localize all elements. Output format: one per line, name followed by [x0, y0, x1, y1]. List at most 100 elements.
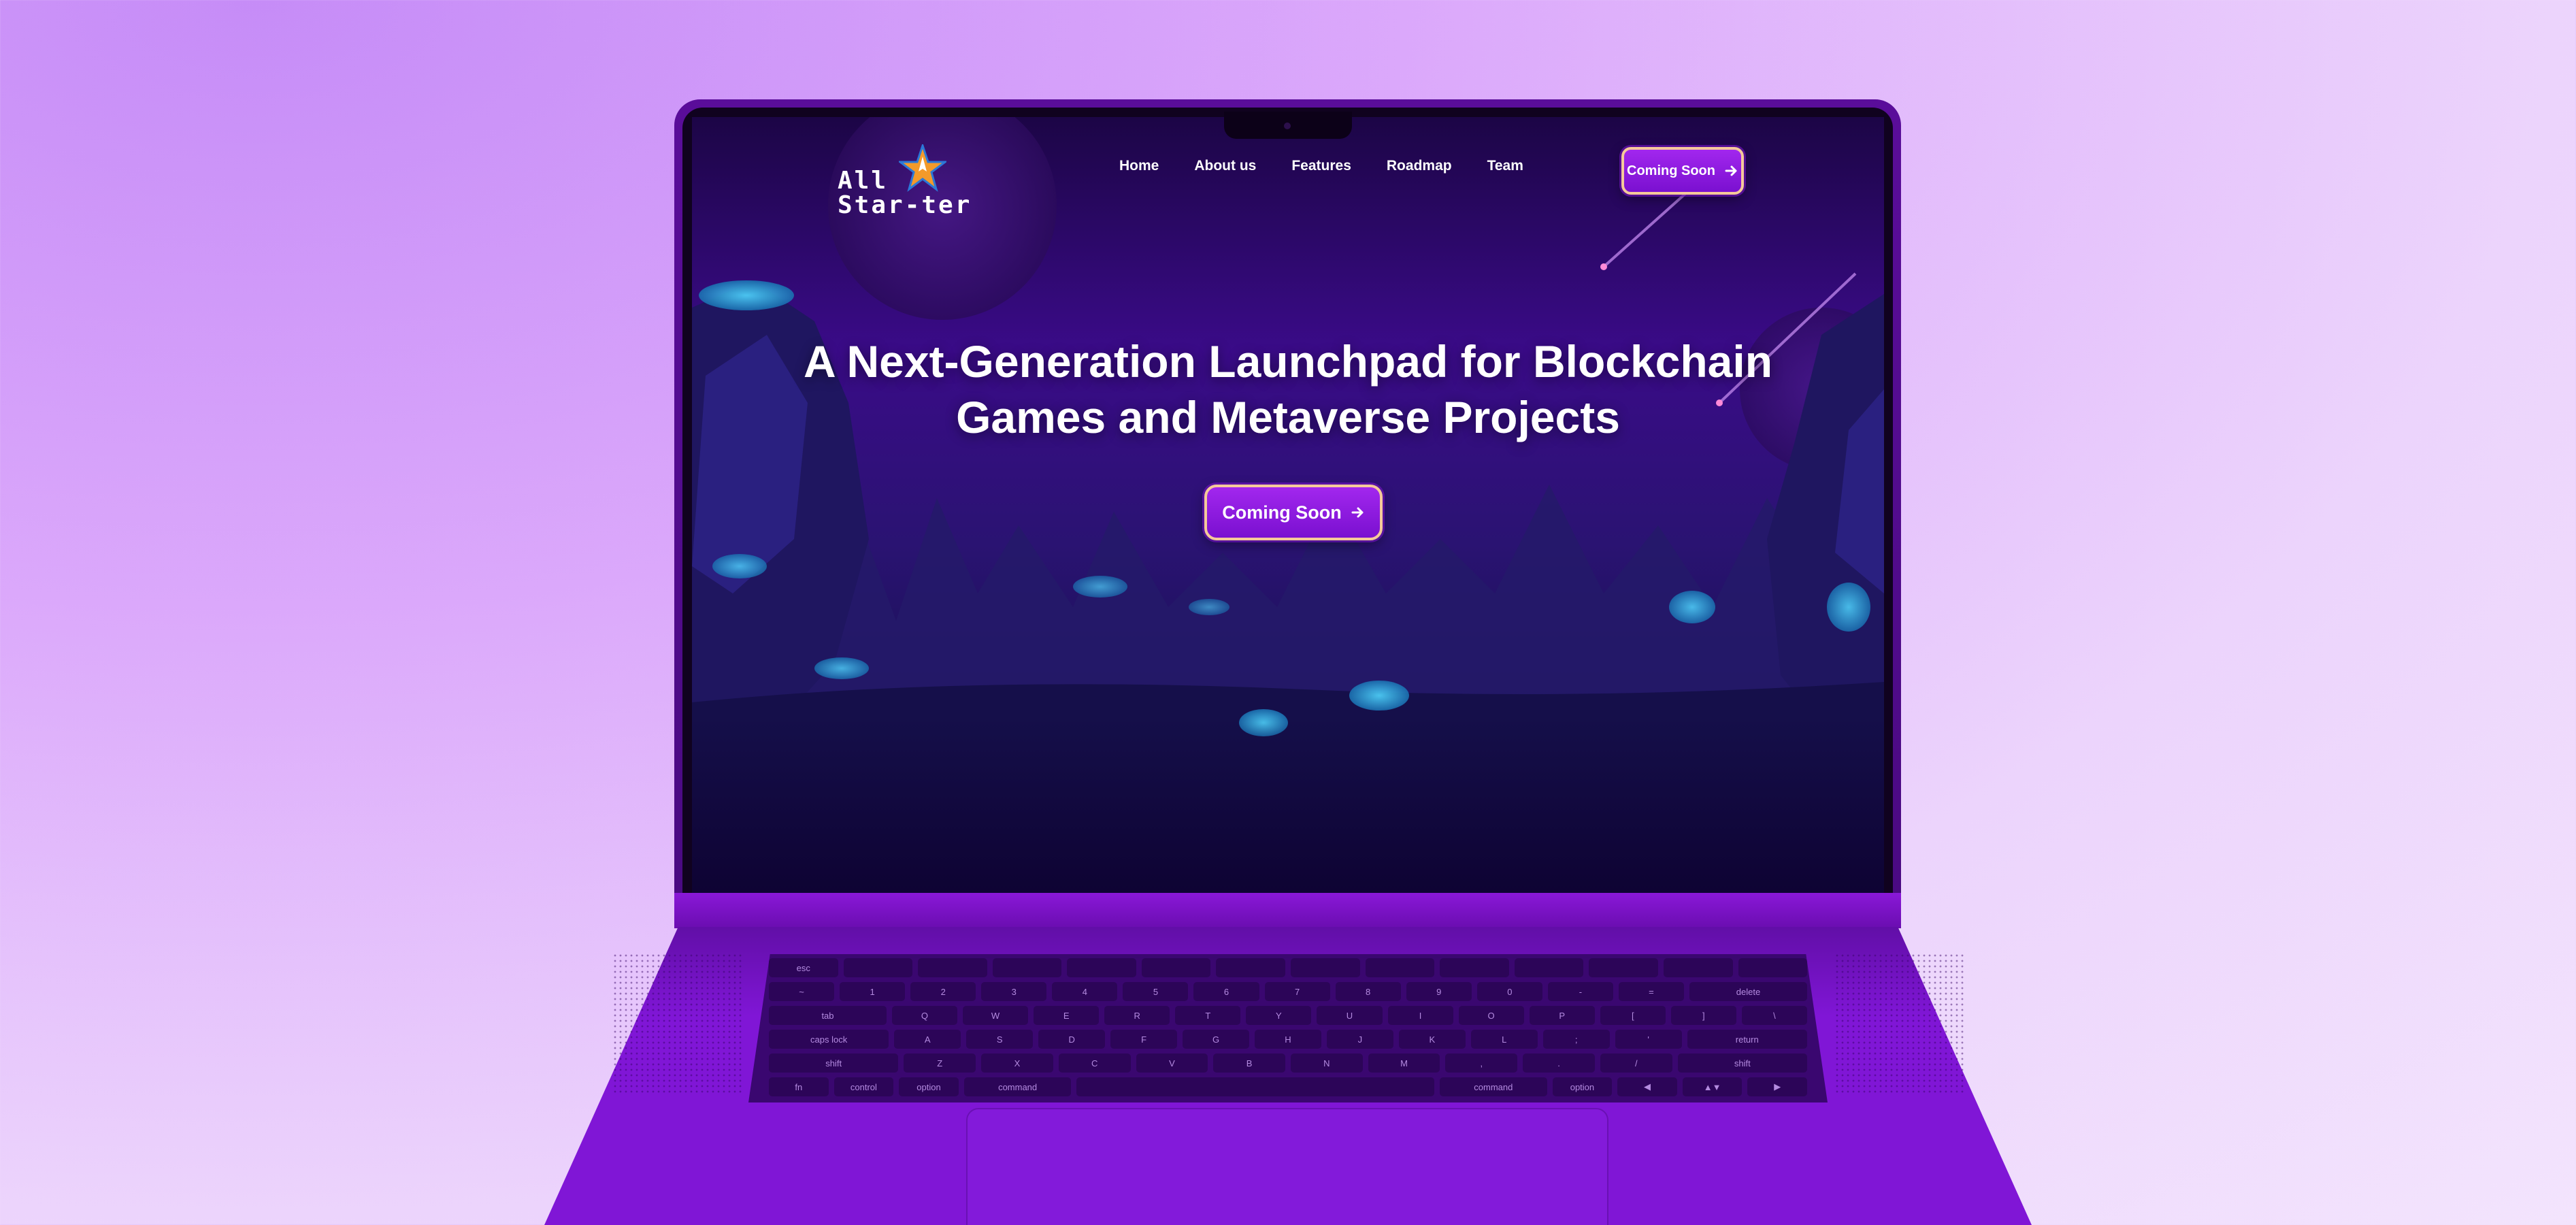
- keyboard-key: V: [1136, 1054, 1208, 1073]
- keyboard-key: ◀: [1617, 1077, 1677, 1096]
- keyboard-key: control: [833, 1077, 894, 1096]
- keyboard-row: fn control option command command option ◀ ▲▼ ▶: [757, 1077, 1819, 1096]
- keyboard-key: 6: [1193, 982, 1259, 1001]
- keyboard-key: option: [899, 1077, 959, 1096]
- rocket-star-icon: [899, 144, 946, 192]
- nav-link-roadmap[interactable]: Roadmap: [1387, 158, 1452, 174]
- keyboard-key: \: [1741, 1006, 1807, 1025]
- keyboard-key: T: [1175, 1006, 1241, 1025]
- keyboard-key: 7: [1264, 982, 1330, 1001]
- keyboard-key: [1440, 958, 1509, 977]
- keyboard-key: [1141, 958, 1211, 977]
- keyboard-key: [918, 958, 987, 977]
- keyboard-key: 9: [1406, 982, 1472, 1001]
- keyboard-key: ,: [1445, 1054, 1518, 1073]
- speaker-grille-left: [612, 953, 742, 1096]
- keyboard-key: 5: [1123, 982, 1189, 1001]
- keyboard-key: [1663, 958, 1733, 977]
- nav-link-home[interactable]: Home: [1119, 158, 1159, 174]
- keyboard-row: ~1 2 3 4 5 6 7 8 9 0- = delete: [757, 982, 1819, 1001]
- keyboard-key: [1589, 958, 1658, 977]
- keyboard-key: -: [1547, 982, 1613, 1001]
- keyboard-key: J: [1326, 1030, 1393, 1049]
- keyboard-key: B: [1213, 1054, 1285, 1073]
- keyboard-key: command: [963, 1077, 1072, 1096]
- keyboard-key: [1365, 958, 1435, 977]
- keyboard-key: fn: [769, 1077, 829, 1096]
- keyboard-key: [1216, 958, 1286, 977]
- keyboard-key: [1291, 958, 1360, 977]
- keyboard-key: S: [966, 1030, 1034, 1049]
- keyboard-key: 0: [1476, 982, 1542, 1001]
- keyboard-key: /: [1600, 1054, 1672, 1073]
- keyboard-key: 3: [981, 982, 1047, 1001]
- keyboard-key: [1076, 1077, 1434, 1096]
- hero-coming-soon-label: Coming Soon: [1222, 502, 1342, 523]
- keyboard-key: [1514, 958, 1584, 977]
- keyboard-key: option: [1552, 1077, 1613, 1096]
- keyboard-row: shift Z X C V B N M,. / shift: [757, 1054, 1819, 1073]
- keyboard-key: [: [1600, 1006, 1666, 1025]
- keyboard-key: G: [1183, 1030, 1249, 1049]
- keyboard-key: .: [1523, 1054, 1595, 1073]
- keyboard-key: ~: [769, 982, 835, 1001]
- keyboard-key: X: [981, 1054, 1053, 1073]
- allstarter-logo[interactable]: All Star-ter: [838, 144, 1001, 219]
- keyboard-key: [992, 958, 1062, 977]
- keyboard-key: Z: [904, 1054, 976, 1073]
- keyboard-key: Q: [891, 1006, 958, 1025]
- laptop-trackpad: [966, 1108, 1608, 1225]
- keyboard-key: ▲▼: [1682, 1077, 1743, 1096]
- keyboard-key: delete: [1689, 982, 1807, 1001]
- keyboard-key: 2: [910, 982, 976, 1001]
- keyboard-key: W: [963, 1006, 1029, 1025]
- nav-coming-soon-button[interactable]: Coming Soon: [1621, 147, 1744, 195]
- keyboard-key: C: [1058, 1054, 1131, 1073]
- website-screen: All Star-ter Home About us Features Road…: [692, 117, 1884, 893]
- keyboard-key: I: [1387, 1006, 1453, 1025]
- hero-coming-soon-button[interactable]: Coming Soon: [1204, 485, 1383, 540]
- keyboard-key: caps lock: [769, 1030, 889, 1049]
- keyboard-key: ;: [1542, 1030, 1610, 1049]
- nav-links: Home About us Features Roadmap Team: [1119, 158, 1523, 174]
- keyboard-key: [843, 958, 913, 977]
- keyboard-key: shift: [1677, 1054, 1807, 1073]
- hero-heading-line1: A Next-Generation Launchpad for Blockcha…: [803, 336, 1773, 387]
- keyboard-key: K: [1398, 1030, 1466, 1049]
- camera-icon: [1284, 122, 1291, 129]
- logo-text-line2: Star-ter: [838, 191, 972, 219]
- keyboard-row: esc: [757, 958, 1819, 977]
- keyboard-key: tab: [769, 1006, 887, 1025]
- keyboard-key: N: [1291, 1054, 1363, 1073]
- nav-link-team[interactable]: Team: [1487, 158, 1523, 174]
- nav-link-about-us[interactable]: About us: [1194, 158, 1256, 174]
- keyboard-key: [1738, 958, 1808, 977]
- arrow-right-icon: [1725, 165, 1737, 176]
- keyboard-key: E: [1034, 1006, 1100, 1025]
- keyboard-key: A: [894, 1030, 961, 1049]
- arrow-right-icon: [1351, 507, 1364, 518]
- keyboard-key: esc: [769, 958, 838, 977]
- keyboard-key: ▶: [1747, 1077, 1808, 1096]
- keyboard-key: O: [1458, 1006, 1524, 1025]
- keyboard-key: ]: [1670, 1006, 1736, 1025]
- keyboard-row: tab Q W E R T Y U I O P [] \: [757, 1006, 1819, 1025]
- keyboard-key: D: [1038, 1030, 1106, 1049]
- camera-notch: [1224, 112, 1352, 139]
- hero-heading-line2: Games and Metaverse Projects: [956, 392, 1620, 442]
- nav-link-features[interactable]: Features: [1291, 158, 1351, 174]
- laptop-hinge: [674, 893, 1901, 928]
- keyboard-key: P: [1529, 1006, 1595, 1025]
- keyboard-row: caps lock A S D F G H J K L; ' return: [757, 1030, 1819, 1049]
- keyboard-key: Y: [1246, 1006, 1312, 1025]
- hero-heading: A Next-Generation Launchpad for Blockcha…: [692, 333, 1884, 445]
- keyboard-key: U: [1317, 1006, 1383, 1025]
- keyboard-key: F: [1110, 1030, 1178, 1049]
- logo-text-line1: All: [838, 167, 889, 195]
- keyboard-key: =: [1618, 982, 1685, 1001]
- keyboard-key: 1: [840, 982, 906, 1001]
- laptop-keyboard: esc ~1 2 3 4 5 6 7 8 9 0- = delete tab Q W E R T Y U I O P [] \ ca…: [748, 954, 1828, 1102]
- keyboard-key: L: [1470, 1030, 1538, 1049]
- speaker-grille-right: [1834, 953, 1964, 1096]
- keyboard-key: [1067, 958, 1136, 977]
